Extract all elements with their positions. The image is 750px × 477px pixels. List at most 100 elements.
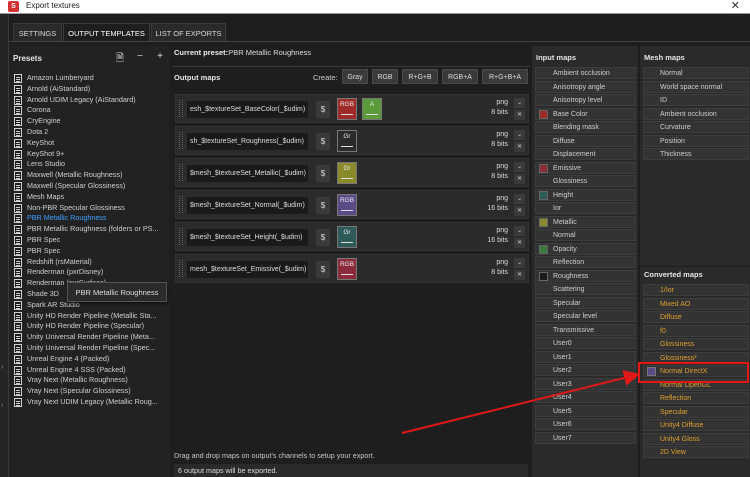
input-map-user4[interactable]: User4 (535, 391, 636, 403)
file-format-select[interactable]: png (491, 258, 508, 268)
preset-item[interactable]: Unreal Engine 4 SSS (Packed) (11, 365, 171, 376)
create-rgba-button[interactable]: RGB+A (442, 69, 478, 84)
close-icon[interactable]: ✕ (731, 0, 740, 12)
insert-variable-button[interactable]: $ (316, 197, 330, 214)
input-map-user0[interactable]: User0 (535, 337, 636, 349)
remove-map-icon[interactable]: ✕ (514, 238, 525, 248)
input-map-base-color[interactable]: Base Color (535, 107, 636, 120)
input-map-ambient-occlusion[interactable]: Ambient occlusion (535, 67, 636, 79)
create-r-g-b-button[interactable]: R+G+B (402, 69, 438, 84)
collapse-icon[interactable]: ⌄ (514, 162, 525, 172)
input-map-specular[interactable]: Specular (535, 296, 636, 309)
preset-item[interactable]: PBR Metallic Roughness (11, 213, 171, 224)
input-map-metallic[interactable]: Metallic (535, 215, 636, 228)
input-map-user2[interactable]: User2 (535, 364, 636, 376)
file-format-select[interactable]: png (487, 226, 508, 236)
file-format-select[interactable]: png (487, 194, 508, 204)
input-map-height[interactable]: Height (535, 188, 636, 201)
remove-map-icon[interactable]: ✕ (514, 142, 525, 152)
output-map-name-field[interactable]: esh_$textureSet_BaseColor(_$udim) (187, 101, 308, 118)
drag-handle[interactable] (179, 260, 183, 277)
input-map-emissive[interactable]: Emissive (535, 161, 636, 174)
insert-variable-button[interactable]: $ (316, 101, 330, 118)
input-map-scattering[interactable]: Scattering (535, 283, 636, 295)
channel-slot[interactable]: Gr (337, 226, 357, 248)
drag-handle[interactable] (179, 100, 183, 117)
preset-item[interactable]: Maxwell (Specular Glossiness) (11, 181, 171, 192)
collapse-icon[interactable]: ⌄ (514, 226, 525, 236)
create-rgb-button[interactable]: RGB (372, 69, 398, 84)
output-map-name-field[interactable]: $mesh_$textureSet_Normal(_$udim) (187, 197, 308, 214)
input-map-user5[interactable]: User5 (535, 404, 636, 417)
input-map-anisotropy-angle[interactable]: Anisotropy angle (535, 80, 636, 93)
channel-slot[interactable]: RGB (337, 98, 357, 120)
input-map-roughness[interactable]: Roughness (535, 269, 636, 282)
preset-item[interactable]: KeyShot 9+ (11, 149, 171, 160)
bit-depth-select[interactable]: 8 bits (491, 108, 508, 118)
input-map-transmissive[interactable]: Transmissive (535, 323, 636, 336)
remove-map-icon[interactable]: ✕ (514, 206, 525, 216)
converted-map-glossiness[interactable]: Glossiness (643, 338, 749, 350)
mesh-map-normal[interactable]: Normal (643, 67, 749, 79)
preset-item[interactable]: PBR Spec (11, 246, 171, 257)
bit-depth-select[interactable]: 8 bits (491, 268, 508, 278)
converted-map-mixed-ao[interactable]: Mixed AO (643, 297, 749, 310)
tab-settings[interactable]: SETTINGS (13, 23, 62, 42)
input-map-blending-mask[interactable]: Blending mask (535, 121, 636, 133)
preset-item[interactable]: PBR Metallic Roughness (folders or PS... (11, 224, 171, 235)
converted-map-unity4-gloss[interactable]: Unity4 Gloss (643, 432, 749, 445)
converted-map-diffuse[interactable]: Diffuse (643, 311, 749, 323)
output-map-name-field[interactable]: $mesh_$textureSet_Metallic(_$udim) (187, 165, 308, 182)
insert-variable-button[interactable]: $ (316, 229, 330, 246)
input-map-user3[interactable]: User3 (535, 377, 636, 390)
tab-list-of-exports[interactable]: LIST OF EXPORTS (151, 23, 226, 42)
converted-map-unity4-diffuse[interactable]: Unity4 Diffuse (643, 419, 749, 431)
preset-item[interactable]: Non-PBR Specular Glossiness (11, 203, 171, 214)
preset-item[interactable]: Amazon Lumberyard (11, 73, 171, 84)
collapse-icon[interactable]: ⌄ (514, 130, 525, 140)
preset-item[interactable]: Vray Next UDIM Legacy (Metallic Roug... (11, 397, 171, 408)
input-map-diffuse[interactable]: Diffuse (535, 134, 636, 147)
channel-slot[interactable]: A (362, 98, 382, 120)
input-map-normal[interactable]: Normal (535, 229, 636, 241)
converted-map-f0[interactable]: f0 (643, 324, 749, 337)
remove-preset-icon[interactable]: − (134, 51, 146, 68)
preset-item[interactable]: Unity Universal Render Pipeline (Meta... (11, 332, 171, 343)
output-map-name-field[interactable]: $mesh_$textureSet_Height(_$udim) (187, 229, 308, 246)
preset-item[interactable]: Arnold (AiStandard) (11, 84, 171, 95)
preset-item[interactable]: Unreal Engine 4 (Packed) (11, 354, 171, 365)
preset-item[interactable]: Unity HD Render Pipeline (Metallic Sta..… (11, 311, 171, 322)
collapse-icon[interactable]: ⌄ (514, 258, 525, 268)
drag-handle[interactable] (179, 132, 183, 149)
input-map-user6[interactable]: User6 (535, 418, 636, 430)
channel-slot[interactable]: Gr (337, 162, 357, 184)
input-map-ior[interactable]: Ior (535, 202, 636, 214)
bit-depth-select[interactable]: 8 bits (491, 140, 508, 150)
import-preset-icon[interactable]: 🗎 (114, 51, 126, 68)
input-map-user7[interactable]: User7 (535, 431, 636, 444)
channel-slot[interactable]: RGB (337, 194, 357, 216)
output-map-name-field[interactable]: sh_$textureSet_Roughness(_$udim) (187, 133, 308, 150)
create-r-g-b-a-button[interactable]: R+G+B+A (482, 69, 528, 84)
input-map-reflection[interactable]: Reflection (535, 256, 636, 268)
insert-variable-button[interactable]: $ (316, 165, 330, 182)
input-map-glossiness[interactable]: Glossiness (535, 175, 636, 187)
drag-handle[interactable] (179, 228, 183, 245)
mesh-map-curvature[interactable]: Curvature (643, 121, 749, 133)
preset-item[interactable]: Lens Studio (11, 159, 171, 170)
input-map-displacement[interactable]: Displacement (535, 148, 636, 160)
output-map-name-field[interactable]: mesh_$textureSet_Emissive(_$udim) (187, 261, 308, 278)
input-map-opacity[interactable]: Opacity (535, 242, 636, 255)
converted-map-reflection[interactable]: Reflection (643, 392, 749, 404)
file-format-select[interactable]: png (491, 162, 508, 172)
channel-slot[interactable]: Gr (337, 130, 357, 152)
mesh-map-world-space-normal[interactable]: World space normal (643, 80, 749, 93)
input-map-specular-level[interactable]: Specular level (535, 310, 636, 322)
preset-item[interactable]: Dota 2 (11, 127, 171, 138)
preset-item[interactable]: Renderman (pxrDisney) (11, 267, 171, 278)
remove-map-icon[interactable]: ✕ (514, 174, 525, 184)
preset-item[interactable]: Vray Next (Specular Glossiness) (11, 386, 171, 397)
file-format-select[interactable]: png (491, 98, 508, 108)
mesh-map-ambient-occlusion[interactable]: Ambient occlusion (643, 107, 749, 120)
add-preset-icon[interactable]: + (154, 51, 166, 68)
